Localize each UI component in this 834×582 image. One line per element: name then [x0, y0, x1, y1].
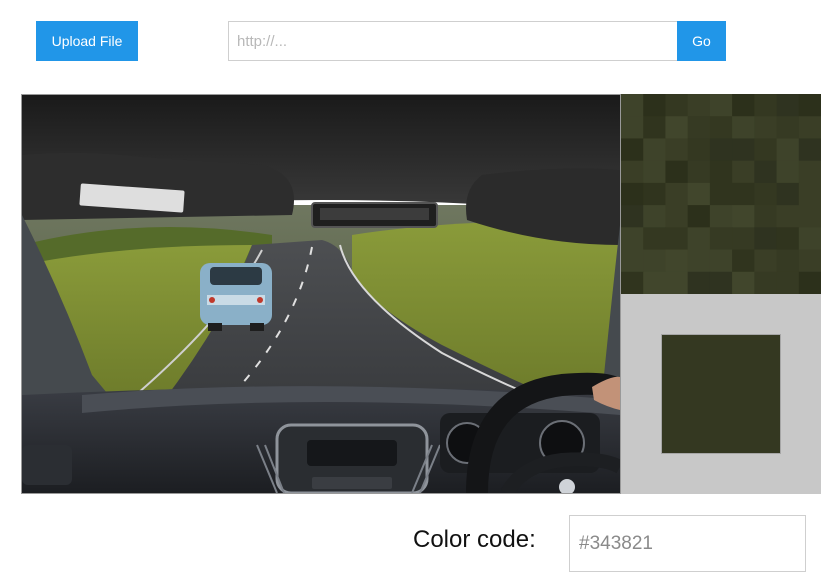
- magnified-pixel: [643, 94, 666, 117]
- magnified-pixel: [687, 94, 711, 117]
- magnified-pixel: [732, 227, 755, 251]
- magnified-pixel: [665, 249, 689, 273]
- magnified-pixel: [732, 94, 755, 117]
- color-code-field[interactable]: [569, 515, 806, 572]
- magnified-pixel: [732, 138, 755, 162]
- magnified-pixel: [643, 205, 666, 228]
- magnified-pixel: [732, 249, 755, 273]
- magnified-pixel: [732, 116, 755, 139]
- magnified-pixel: [732, 160, 755, 184]
- magnified-pixel: [754, 160, 778, 184]
- magnified-pixel: [709, 116, 733, 139]
- car-interior-road-image: [22, 95, 620, 493]
- magnified-pixel: [687, 160, 711, 184]
- magnified-pixel: [709, 271, 733, 294]
- magnified-pixel: [643, 160, 666, 184]
- magnified-pixel: [621, 182, 644, 206]
- magnified-pixel: [754, 94, 778, 117]
- magnified-pixel: [687, 116, 711, 139]
- magnified-pixel: [709, 94, 733, 117]
- magnified-pixel: [754, 271, 778, 294]
- magnified-pixel: [776, 116, 800, 139]
- magnified-pixel: [687, 138, 711, 162]
- magnified-pixel: [798, 205, 821, 228]
- magnified-pixel: [798, 116, 821, 139]
- magnified-pixel: [709, 160, 733, 184]
- magnified-pixel: [776, 94, 800, 117]
- magnified-pixel: [643, 138, 666, 162]
- magnified-pixel: [776, 227, 800, 251]
- magnified-pixel: [621, 249, 644, 273]
- magnified-pixel: [665, 160, 689, 184]
- magnified-pixel: [776, 138, 800, 162]
- go-button[interactable]: Go: [677, 21, 726, 61]
- magnified-pixel: [687, 227, 711, 251]
- magnified-pixel: [665, 138, 689, 162]
- magnified-pixel: [754, 116, 778, 139]
- magnified-pixel: [643, 249, 666, 273]
- magnified-pixel: [643, 182, 666, 206]
- magnified-pixel: [665, 271, 689, 294]
- magnified-pixel: [776, 249, 800, 273]
- magnified-pixel: [709, 249, 733, 273]
- magnified-pixel: [687, 205, 711, 228]
- magnified-pixel: [643, 227, 666, 251]
- magnified-pixel: [754, 205, 778, 228]
- magnified-pixel: [732, 271, 755, 294]
- magnified-pixel: [621, 94, 644, 117]
- source-image[interactable]: [21, 94, 621, 494]
- magnified-pixel: [776, 271, 800, 294]
- color-swatch: [661, 334, 781, 454]
- magnified-pixel: [709, 138, 733, 162]
- magnified-pixel: [776, 160, 800, 184]
- magnified-pixel: [665, 182, 689, 206]
- magnified-pixel: [798, 160, 821, 184]
- magnified-pixel: [665, 116, 689, 139]
- magnified-pixel: [621, 205, 644, 228]
- magnified-pixel: [665, 205, 689, 228]
- swatch-panel: [621, 294, 821, 494]
- magnified-pixel: [643, 271, 666, 294]
- magnified-pixel: [798, 138, 821, 162]
- magnified-pixel: [776, 205, 800, 228]
- magnified-pixel: [687, 249, 711, 273]
- magnified-pixel: [709, 227, 733, 251]
- upload-file-button[interactable]: Upload File: [36, 21, 138, 61]
- magnified-pixel: [732, 182, 755, 206]
- magnified-pixels-grid: [621, 94, 821, 294]
- magnified-pixel: [621, 116, 644, 139]
- magnified-pixel: [798, 94, 821, 117]
- magnified-pixel: [798, 182, 821, 206]
- magnified-pixel: [621, 160, 644, 184]
- magnified-pixel: [798, 271, 821, 294]
- color-code-label: Color code:: [413, 526, 536, 553]
- magnified-pixel: [754, 182, 778, 206]
- magnified-pixel: [754, 249, 778, 273]
- magnified-pixel: [643, 116, 666, 139]
- magnified-pixel: [687, 271, 711, 294]
- magnified-pixel: [709, 205, 733, 228]
- magnified-pixel: [621, 271, 644, 294]
- magnified-pixel: [665, 94, 689, 117]
- magnified-pixel: [621, 138, 644, 162]
- magnified-pixel: [754, 138, 778, 162]
- magnified-pixel: [754, 227, 778, 251]
- pixel-magnifier: [621, 94, 821, 294]
- magnified-pixel: [621, 227, 644, 251]
- magnified-pixel: [798, 249, 821, 273]
- magnified-pixel: [665, 227, 689, 251]
- magnified-pixel: [798, 227, 821, 251]
- magnified-pixel: [709, 182, 733, 206]
- magnified-pixel: [732, 205, 755, 228]
- url-input[interactable]: [228, 21, 677, 61]
- magnified-pixel: [776, 182, 800, 206]
- magnified-pixel: [687, 182, 711, 206]
